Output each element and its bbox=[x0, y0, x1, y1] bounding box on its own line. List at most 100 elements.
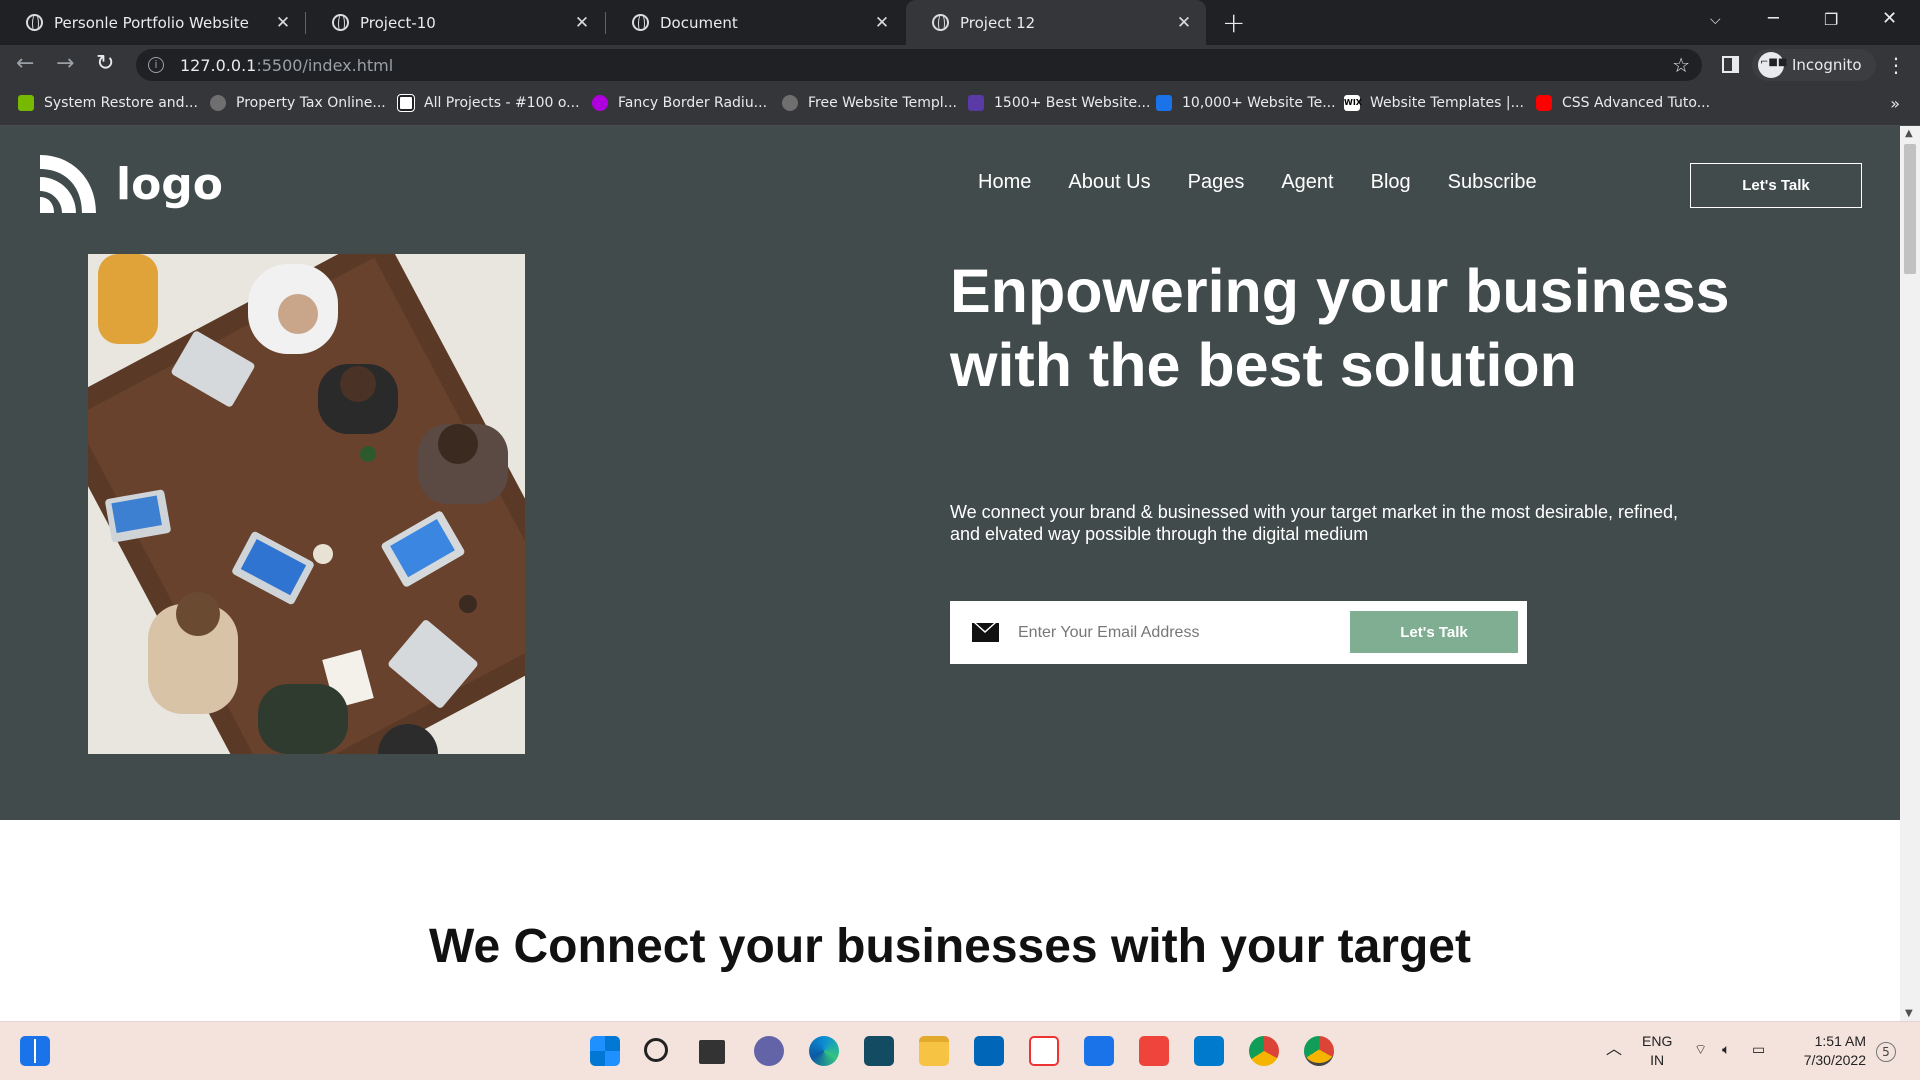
bookmark-item[interactable]: CSS Advanced Tuto... bbox=[1536, 95, 1710, 111]
wifi-icon[interactable]: ⌔ bbox=[1694, 1040, 1707, 1059]
email-signup-form: Let's Talk bbox=[950, 601, 1527, 664]
task-view-icon[interactable] bbox=[699, 1040, 725, 1064]
site-logo[interactable]: logo bbox=[38, 153, 223, 215]
back-icon[interactable]: ← bbox=[16, 51, 34, 76]
minimize-icon[interactable]: ─ bbox=[1768, 8, 1779, 29]
language-indicator[interactable]: ENG IN bbox=[1642, 1032, 1672, 1070]
incognito-badge[interactable]: Incognito bbox=[1752, 49, 1876, 81]
url-host: 127.0.0.1 bbox=[180, 55, 257, 75]
search-icon[interactable] bbox=[644, 1038, 668, 1062]
url-path: :5500/index.html bbox=[256, 55, 394, 75]
close-window-icon[interactable]: ✕ bbox=[1882, 8, 1897, 29]
nav-about-us[interactable]: About Us bbox=[1068, 171, 1150, 194]
volume-icon[interactable]: 🔈︎ bbox=[1722, 1040, 1730, 1059]
restore-icon[interactable]: ❐ bbox=[1824, 10, 1838, 29]
side-panel-icon[interactable] bbox=[1722, 56, 1739, 73]
globe-icon bbox=[210, 95, 226, 111]
bookmark-item[interactable]: Fancy Border Radiu... bbox=[592, 95, 767, 111]
tab-label: Project 12 bbox=[960, 13, 1036, 32]
notification-count-badge[interactable]: 5 bbox=[1876, 1042, 1896, 1062]
windows-taskbar: ︿ ENG IN ⌔ 🔈︎ ▭ 1:51 AM 7/30/2022 5 bbox=[0, 1021, 1920, 1080]
team-meeting-photo bbox=[88, 254, 525, 754]
globe-icon bbox=[782, 95, 798, 111]
start-icon[interactable] bbox=[590, 1036, 620, 1066]
chrome-icon[interactable] bbox=[1249, 1036, 1279, 1066]
bookmark-item[interactable]: System Restore and... bbox=[18, 95, 198, 111]
tab-label: Project-10 bbox=[360, 13, 436, 32]
store-icon[interactable] bbox=[974, 1036, 1004, 1066]
lets-talk-header-button[interactable]: Let's Talk bbox=[1690, 163, 1862, 208]
tab-project-12[interactable]: Project 12 ✕ bbox=[906, 0, 1206, 45]
bookmark-item[interactable]: Free Website Templ... bbox=[782, 95, 957, 111]
close-icon[interactable]: ✕ bbox=[1172, 13, 1196, 33]
hero-headline: Enpowering your business with the best s… bbox=[950, 257, 1730, 399]
bookmark-item[interactable]: All Projects - #100 o... bbox=[397, 94, 580, 112]
tab-portfolio[interactable]: Personle Portfolio Website ✕ bbox=[0, 0, 305, 45]
tab-project-10[interactable]: Project-10 ✕ bbox=[306, 0, 604, 45]
tab-search-icon[interactable]: ⌵ bbox=[1710, 12, 1721, 28]
region-code: IN bbox=[1650, 1052, 1665, 1068]
bookmark-item[interactable]: 1500+ Best Website... bbox=[968, 95, 1150, 111]
main-nav: Home About Us Pages Agent Blog Subscribe bbox=[978, 171, 1574, 194]
clock[interactable]: 1:51 AM 7/30/2022 bbox=[1794, 1032, 1866, 1070]
file-explorer-icon[interactable] bbox=[919, 1036, 949, 1066]
page-scrollbar[interactable]: ▲ ▼ bbox=[1900, 126, 1920, 1021]
youtube-icon bbox=[1536, 95, 1552, 111]
browser-toolbar: ← → ↻ i 127.0.0.1:5500/index.html ☆ Inco… bbox=[0, 45, 1920, 85]
mail-icon[interactable] bbox=[1084, 1036, 1114, 1066]
hero-section: logo Home About Us Pages Agent Blog Subs… bbox=[0, 126, 1900, 820]
bookmark-item[interactable]: WIX Website Templates |... bbox=[1344, 95, 1524, 111]
show-hidden-icons-icon[interactable]: ︿ bbox=[1606, 1040, 1622, 1059]
sublime-icon[interactable] bbox=[864, 1036, 894, 1066]
bookmark-item[interactable]: 10,000+ Website Te... bbox=[1156, 95, 1336, 111]
bookmark-label: Website Templates |... bbox=[1370, 95, 1524, 111]
close-icon[interactable]: ✕ bbox=[271, 13, 295, 33]
menu-kebab-icon[interactable]: ⋮ bbox=[1886, 53, 1906, 77]
bookmark-label: CSS Advanced Tuto... bbox=[1562, 95, 1711, 111]
logo-text: logo bbox=[116, 158, 224, 210]
site-info-icon[interactable]: i bbox=[148, 57, 164, 73]
battery-icon[interactable]: ▭ bbox=[1752, 1040, 1765, 1059]
colorlib-icon bbox=[968, 95, 984, 111]
clock-date: 7/30/2022 bbox=[1803, 1052, 1866, 1068]
chrome-profile-icon[interactable] bbox=[1304, 1036, 1334, 1066]
vscode-icon[interactable] bbox=[1194, 1036, 1224, 1066]
bookmark-label: All Projects - #100 o... bbox=[424, 95, 580, 111]
bookmark-item[interactable]: Property Tax Online... bbox=[210, 95, 386, 111]
reload-icon[interactable]: ↻ bbox=[96, 51, 114, 76]
nav-pages[interactable]: Pages bbox=[1188, 171, 1245, 194]
scrollbar-thumb[interactable] bbox=[1904, 144, 1916, 274]
nav-agent[interactable]: Agent bbox=[1281, 171, 1333, 194]
hero-subtext: We connect your brand & businessed with … bbox=[950, 502, 1679, 544]
teams-chat-icon[interactable] bbox=[754, 1036, 784, 1066]
scroll-up-icon[interactable]: ▲ bbox=[1905, 128, 1913, 139]
nav-subscribe[interactable]: Subscribe bbox=[1448, 171, 1537, 194]
globe-icon bbox=[332, 14, 349, 31]
email-input[interactable] bbox=[1018, 623, 1348, 642]
wix-icon: WIX bbox=[1344, 95, 1362, 111]
tab-document[interactable]: Document ✕ bbox=[606, 0, 904, 45]
edge-icon[interactable] bbox=[809, 1036, 839, 1066]
tab-label: Personle Portfolio Website bbox=[54, 13, 249, 32]
nav-blog[interactable]: Blog bbox=[1371, 171, 1411, 194]
close-icon[interactable]: ✕ bbox=[870, 13, 894, 33]
globe-icon bbox=[26, 14, 43, 31]
lets-talk-submit-button[interactable]: Let's Talk bbox=[1350, 611, 1518, 653]
bookmark-label: Fancy Border Radiu... bbox=[618, 95, 768, 111]
new-tab-button[interactable]: + bbox=[1222, 6, 1245, 39]
forward-icon[interactable]: → bbox=[56, 51, 74, 76]
tab-strip: Personle Portfolio Website ✕ Project-10 … bbox=[0, 0, 1920, 45]
scroll-down-icon[interactable]: ▼ bbox=[1905, 1008, 1913, 1019]
page-viewport: logo Home About Us Pages Agent Blog Subs… bbox=[0, 126, 1900, 1021]
address-bar[interactable]: i 127.0.0.1:5500/index.html ☆ bbox=[136, 49, 1702, 81]
close-icon[interactable]: ✕ bbox=[570, 13, 594, 33]
border-radius-icon bbox=[592, 95, 608, 111]
anydesk-icon[interactable] bbox=[1139, 1036, 1169, 1066]
widgets-icon[interactable] bbox=[20, 1036, 50, 1066]
incognito-label: Incognito bbox=[1792, 56, 1862, 74]
globe-icon bbox=[632, 14, 649, 31]
gift-icon[interactable] bbox=[1029, 1036, 1059, 1066]
nav-home[interactable]: Home bbox=[978, 171, 1031, 194]
bookmarks-overflow-icon[interactable]: » bbox=[1890, 94, 1900, 113]
bookmark-star-icon[interactable]: ☆ bbox=[1672, 53, 1690, 77]
